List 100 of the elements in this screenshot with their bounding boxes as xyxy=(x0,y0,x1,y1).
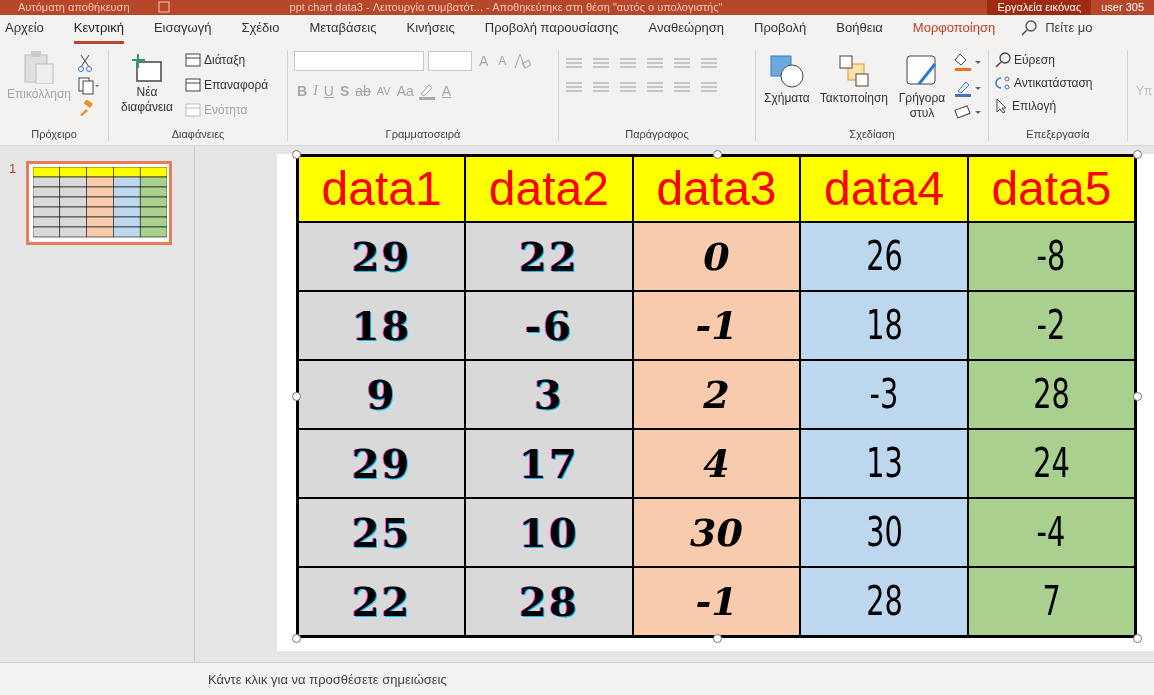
resize-handle[interactable] xyxy=(292,391,301,401)
column-header: data4 xyxy=(800,155,968,222)
resize-handle[interactable] xyxy=(712,633,722,643)
align-center-icon[interactable] xyxy=(592,79,610,94)
quick-styles-button[interactable]: Γρήγορα στυλ xyxy=(896,49,948,127)
table-cell: 24 xyxy=(967,428,1136,498)
search-icon xyxy=(995,51,1011,68)
table-cell: 29 xyxy=(297,428,466,498)
resize-handle[interactable] xyxy=(1133,633,1142,643)
slide-number: 1 xyxy=(9,160,17,176)
ribbon-tab[interactable]: Μεταβάσεις xyxy=(309,19,377,44)
replace-button[interactable]: Αντικατάσταση xyxy=(995,72,1093,93)
table-cell: 4 xyxy=(632,428,801,498)
new-slide-button[interactable]: Νέα διαφάνεια xyxy=(115,49,179,127)
ribbon-tab[interactable]: Κινήσεις xyxy=(406,19,455,44)
table-cell: 28 xyxy=(967,359,1136,429)
table-cell: -8 xyxy=(967,221,1136,291)
table-cell: -2 xyxy=(967,290,1136,360)
column-header: data1 xyxy=(297,155,466,222)
select-button[interactable]: Επιλογή xyxy=(995,95,1093,116)
user-name: user 305 xyxy=(1100,0,1145,15)
column-header: data5 xyxy=(967,155,1136,222)
table-cell: 18 xyxy=(800,290,968,360)
ribbon-tab[interactable]: Σχέδιο xyxy=(241,19,280,44)
group-label: Σχεδίαση xyxy=(848,126,896,141)
table-cell: 26 xyxy=(800,221,968,291)
table-cell: -1 xyxy=(632,566,801,637)
font-name-field[interactable] xyxy=(294,50,424,71)
table-cell: 10 xyxy=(465,497,633,567)
align-left-icon[interactable] xyxy=(565,79,583,94)
ribbon-tab[interactable]: Μορφοποίηση xyxy=(912,19,996,44)
column-header: data3 xyxy=(632,155,801,222)
ribbon-tab[interactable]: Προβολή xyxy=(754,19,807,44)
save-icon[interactable] xyxy=(157,1,170,14)
section-icon xyxy=(185,102,201,117)
table-cell: 30 xyxy=(632,497,801,567)
justify-icon[interactable] xyxy=(646,79,664,94)
table-cell: 9 xyxy=(297,359,466,429)
context-label: Εργαλεία εικόνας xyxy=(987,0,1092,15)
table-cell: -4 xyxy=(967,497,1136,567)
format-painter-icon[interactable] xyxy=(78,99,94,116)
resize-handle[interactable] xyxy=(292,149,301,159)
table-cell: -6 xyxy=(465,290,633,360)
table-cell: -1 xyxy=(632,290,801,360)
shapes-icon xyxy=(768,53,805,88)
resize-handle[interactable] xyxy=(292,633,301,643)
table-cell: 3 xyxy=(465,359,633,429)
layout-button[interactable]: Διάταξη xyxy=(185,49,269,70)
table-cell: -3 xyxy=(800,359,968,429)
ribbon-tab[interactable]: Αρχείο xyxy=(5,19,44,44)
group-label: Παράγραφος xyxy=(624,126,690,141)
table-cell: 17 xyxy=(465,428,633,498)
layout-icon xyxy=(185,52,201,67)
group-label: Διαφάνειες xyxy=(170,126,226,141)
replace-icon xyxy=(995,74,1011,91)
notes-field[interactable]: Κάντε κλικ για να προσθέσετε σημειώσεις xyxy=(208,671,447,687)
cut-icon[interactable] xyxy=(78,53,92,72)
group-label: Υπ xyxy=(1135,82,1153,100)
ribbon-tab[interactable]: Αναθεώρηση xyxy=(648,19,725,44)
table-cell: 29 xyxy=(297,221,466,291)
resize-handle[interactable] xyxy=(1133,149,1142,159)
table-cell: 22 xyxy=(297,566,466,637)
table-cell: 25 xyxy=(297,497,466,567)
new-slide-icon[interactable] xyxy=(132,53,162,82)
resize-handle[interactable] xyxy=(1133,391,1142,401)
group-label: Πρόχειρο xyxy=(30,126,78,141)
resize-handle[interactable] xyxy=(712,149,722,159)
reset-button[interactable]: Επαναφορά xyxy=(185,74,269,95)
shape-effects-icon[interactable] xyxy=(954,103,982,120)
shapes-button[interactable]: Σχήματα xyxy=(762,49,812,127)
table-cell: 28 xyxy=(800,566,968,637)
copy-icon[interactable] xyxy=(78,76,100,95)
arrange-button[interactable]: Τακτοποίηση xyxy=(817,49,890,127)
table-cell: 28 xyxy=(465,566,633,637)
reset-icon xyxy=(185,77,201,92)
tell-me-field[interactable]: Πείτε μο xyxy=(1045,20,1093,36)
align-right-icon[interactable] xyxy=(619,79,637,94)
table-cell: 7 xyxy=(967,566,1136,637)
window-title: ppt chart data3 - Λειτουργία συμβατότ... - Αποθηκεύτηκε στη θέση "αυτός ο υπολογιστής" xyxy=(289,0,723,15)
table-cell: 22 xyxy=(465,221,633,291)
font-size-field[interactable] xyxy=(428,50,472,71)
arrange-icon xyxy=(837,53,870,88)
ribbon-tab[interactable]: Προβολή παρουσίασης xyxy=(484,19,619,44)
group-label: Γραμματοσειρά xyxy=(384,126,462,141)
table-cell: 30 xyxy=(800,497,968,567)
search-icon[interactable] xyxy=(1021,19,1038,36)
group-label: Επεξεργασία xyxy=(1025,126,1091,141)
cursor-icon xyxy=(995,97,1009,114)
find-button[interactable]: Εύρεση xyxy=(995,49,1093,70)
table-cell: 13 xyxy=(800,428,968,498)
table-cell: 18 xyxy=(297,290,466,360)
table-cell: 2 xyxy=(632,359,801,429)
ribbon-tab[interactable]: Εισαγωγή xyxy=(153,19,212,44)
table-cell: 0 xyxy=(632,221,801,291)
slide-thumbnail[interactable] xyxy=(26,160,173,245)
column-header: data2 xyxy=(465,155,633,222)
autosave-label: Αυτόματη αποθήκευση xyxy=(17,0,130,15)
quick-styles-icon xyxy=(905,53,939,88)
shape-fill-icon[interactable] xyxy=(954,51,982,72)
ribbon-tab[interactable]: Βοήθεια xyxy=(836,19,883,44)
